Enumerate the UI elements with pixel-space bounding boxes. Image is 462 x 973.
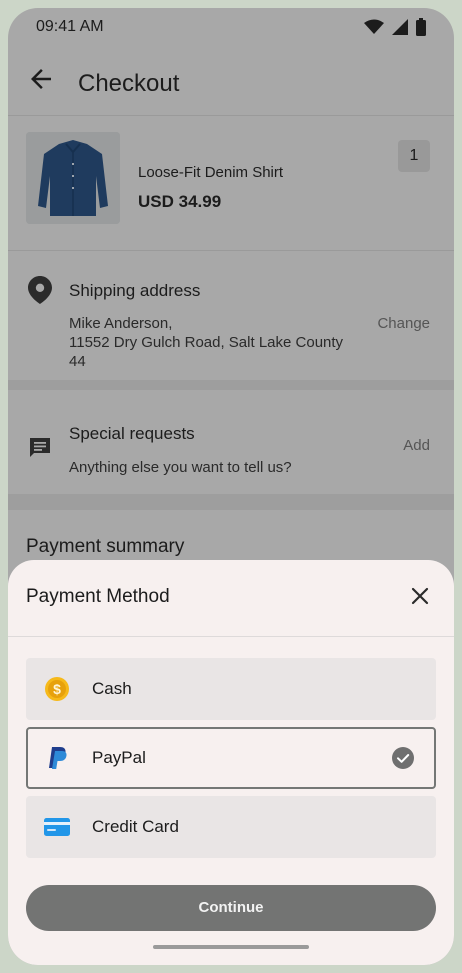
home-indicator[interactable] (153, 945, 309, 949)
sheet-title: Payment Method (26, 586, 170, 607)
section-separator (8, 494, 454, 510)
status-bar: 09:41 AM (8, 8, 454, 46)
wifi-icon (364, 19, 384, 34)
location-pin-icon (28, 276, 52, 304)
shipping-address: 11552 Dry Gulch Road, Salt Lake County (69, 334, 344, 351)
back-arrow-icon[interactable] (26, 64, 56, 94)
app-bar: Checkout (8, 46, 454, 116)
payment-option-cash[interactable]: $ Cash (26, 658, 436, 720)
credit-card-icon (44, 818, 70, 836)
product-item: Loose-Fit Denim Shirt USD 34.99 1 (8, 116, 454, 250)
payment-option-label: Cash (92, 679, 132, 698)
section-separator (8, 380, 454, 390)
change-address-button[interactable]: Change (377, 315, 430, 332)
payment-option-label: Credit Card (92, 817, 179, 836)
product-image (26, 132, 120, 224)
shipping-zip: 44 (69, 353, 86, 370)
special-requests-section: Special requests Anything else you want … (8, 390, 454, 494)
payment-option-paypal[interactable]: PayPal (26, 727, 436, 789)
payment-option-credit-card[interactable]: Credit Card (26, 796, 436, 858)
shipping-name: Mike Anderson, (69, 315, 173, 332)
page-title: Checkout (78, 70, 180, 97)
payment-method-sheet: Payment Method $ Cash PayPal Credit Card… (8, 560, 454, 965)
status-icons (364, 18, 426, 36)
checkmark-circle-icon (392, 747, 414, 769)
continue-button[interactable]: Continue (26, 885, 436, 931)
battery-icon (416, 18, 426, 36)
special-requests-title: Special requests (69, 424, 195, 443)
cash-coin-icon: $ (45, 677, 69, 701)
close-icon[interactable] (408, 584, 432, 608)
quantity-badge[interactable]: 1 (398, 140, 430, 172)
phone-screen: 09:41 AM Checkout Loose-Fit Denim Shirt … (8, 8, 454, 965)
svg-text:$: $ (53, 681, 61, 697)
payment-option-label: PayPal (92, 748, 146, 767)
denim-shirt-icon (26, 132, 120, 224)
paypal-icon (49, 747, 67, 769)
divider (8, 636, 454, 637)
message-icon (30, 438, 50, 457)
special-requests-placeholder: Anything else you want to tell us? (69, 459, 292, 476)
shipping-title: Shipping address (69, 281, 201, 300)
add-request-button[interactable]: Add (403, 437, 430, 454)
status-time: 09:41 AM (36, 18, 104, 35)
product-name: Loose-Fit Denim Shirt (138, 164, 284, 181)
product-price: USD 34.99 (138, 192, 222, 211)
shipping-address-section: Shipping address Mike Anderson, 11552 Dr… (8, 250, 454, 386)
signal-icon (392, 19, 408, 35)
payment-summary-title: Payment summary (26, 536, 185, 557)
